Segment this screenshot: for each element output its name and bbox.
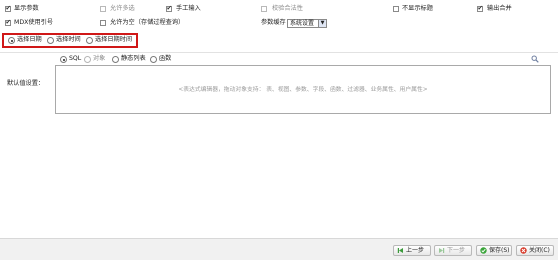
editor-hint: <表达式编辑器，拖动对象支持： 表、视图、参数、字段、函数、过滤器、业务属性、用… bbox=[178, 87, 428, 93]
param-cache-label: 参数缓存 bbox=[261, 19, 286, 26]
check-icon bbox=[480, 247, 487, 254]
chevron-down-icon[interactable]: ▼ bbox=[318, 20, 326, 27]
param-cache-select[interactable]: 系统设置 ▼ bbox=[287, 19, 327, 28]
radio-sql[interactable] bbox=[60, 56, 67, 63]
close-label: 关闭(C) bbox=[529, 247, 550, 254]
radio-function[interactable] bbox=[150, 56, 157, 63]
radio-select-date[interactable] bbox=[8, 37, 15, 44]
radio-object[interactable] bbox=[84, 56, 91, 63]
prev-button[interactable]: 上一步 bbox=[393, 245, 431, 256]
manual-input-checkbox[interactable] bbox=[166, 6, 172, 12]
expression-editor[interactable]: <表达式编辑器，拖动对象支持： 表、视图、参数、字段、函数、过滤器、业务属性、用… bbox=[55, 65, 551, 114]
validate-checkbox[interactable] bbox=[261, 6, 267, 12]
validate-label: 校验合法性 bbox=[272, 5, 303, 12]
select-time-label: 选择时间 bbox=[56, 36, 81, 43]
sql-label: SQL bbox=[69, 55, 82, 62]
search-icon[interactable] bbox=[531, 55, 539, 63]
allow-multi-checkbox[interactable] bbox=[100, 6, 106, 12]
function-label: 函数 bbox=[159, 55, 172, 62]
select-datetime-label: 选择日期时间 bbox=[95, 36, 133, 43]
allow-empty-checkbox[interactable] bbox=[100, 20, 106, 26]
footer-bar bbox=[0, 238, 558, 260]
mdx-quote-checkbox[interactable] bbox=[5, 20, 11, 26]
radio-static-list[interactable] bbox=[112, 56, 119, 63]
prev-label: 上一步 bbox=[406, 247, 425, 254]
save-label: 保存(S) bbox=[489, 247, 510, 254]
close-button[interactable]: 关闭(C) bbox=[516, 245, 554, 256]
hide-title-label: 不显示标题 bbox=[402, 5, 433, 12]
next-label: 下一步 bbox=[447, 247, 466, 254]
output-merge-label: 输出合并 bbox=[487, 5, 512, 12]
allow-empty-label: 允许为空（存储过程查询） bbox=[110, 19, 185, 26]
next-button[interactable]: 下一步 bbox=[434, 245, 472, 256]
divider bbox=[0, 52, 558, 53]
save-button[interactable]: 保存(S) bbox=[476, 245, 512, 256]
object-label: 对象 bbox=[93, 55, 106, 62]
radio-select-datetime[interactable] bbox=[86, 37, 93, 44]
output-merge-checkbox[interactable] bbox=[477, 6, 483, 12]
close-icon bbox=[520, 247, 527, 254]
radio-select-time[interactable] bbox=[47, 37, 54, 44]
manual-input-label: 手工输入 bbox=[176, 5, 201, 12]
show-param-checkbox[interactable] bbox=[5, 6, 11, 12]
param-cache-value: 系统设置 bbox=[290, 20, 315, 27]
show-param-label: 显示参数 bbox=[14, 5, 39, 12]
hide-title-checkbox[interactable] bbox=[393, 6, 399, 12]
allow-multi-label: 允许多选 bbox=[110, 5, 135, 12]
next-arrow-icon bbox=[438, 247, 445, 254]
mdx-quote-label: MDX使用引号 bbox=[14, 19, 54, 26]
default-value-label: 默认值设置： bbox=[7, 80, 45, 87]
prev-arrow-icon bbox=[397, 247, 404, 254]
select-date-label: 选择日期 bbox=[17, 36, 42, 43]
static-list-label: 静态列表 bbox=[121, 55, 146, 62]
